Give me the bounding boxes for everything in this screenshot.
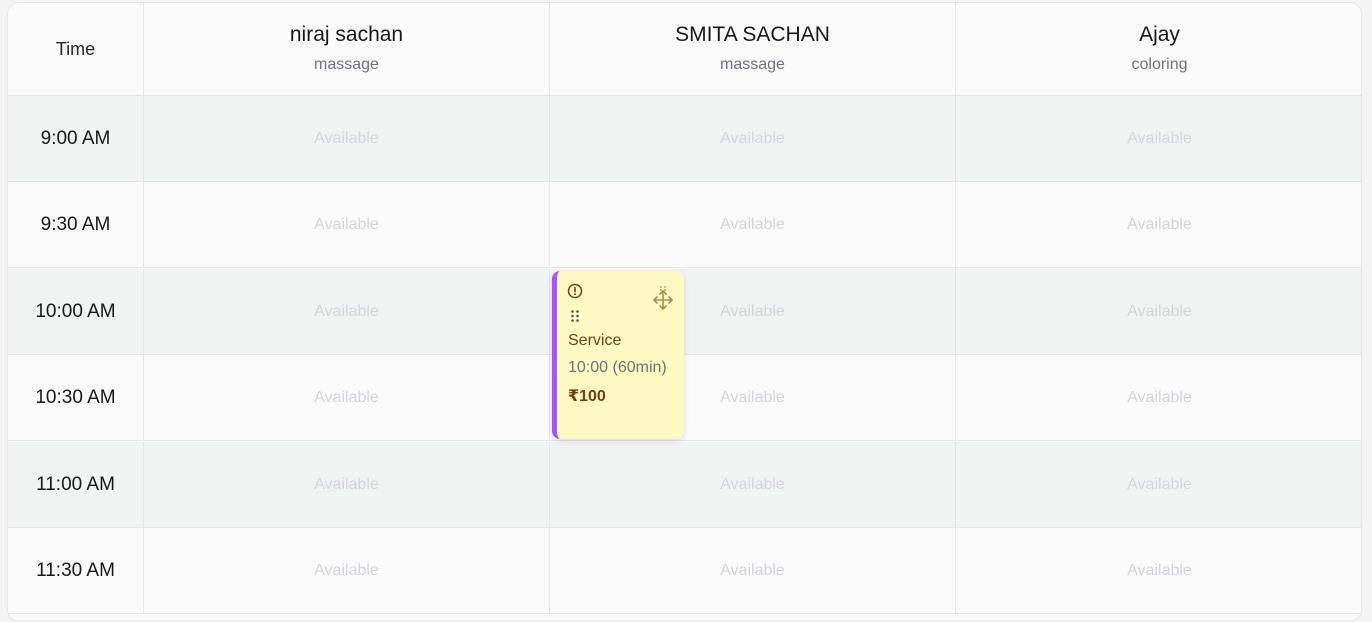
available-slot[interactable]: Available	[144, 182, 550, 267]
available-slot[interactable]: Available	[144, 96, 550, 181]
time-label: 9:00 AM	[8, 96, 144, 181]
staff-name: SMITA SACHAN	[675, 23, 830, 46]
time-row: 9:00 AM Available Available Available	[8, 96, 1361, 182]
available-slot[interactable]: Available	[956, 182, 1361, 267]
available-slot[interactable]: Available	[144, 528, 550, 613]
available-slot[interactable]: Available	[144, 355, 550, 440]
alert-circle-icon[interactable]	[567, 283, 583, 299]
time-row: 11:00 AM Available Available Available	[8, 442, 1361, 528]
schedule-header: Time niraj sachan massage SMITA SACHAN m…	[8, 3, 1361, 96]
time-row: 10:30 AM Available Available Available	[8, 355, 1361, 441]
appointment-service: Service	[568, 332, 622, 349]
available-slot[interactable]: Available	[956, 269, 1361, 354]
time-label: 10:00 AM	[8, 269, 144, 354]
available-slot[interactable]: Available	[144, 269, 550, 354]
available-slot[interactable]: Available	[144, 442, 550, 527]
available-slot[interactable]: Available	[550, 528, 956, 613]
staff-role: massage	[720, 56, 785, 73]
staff-role: massage	[314, 56, 379, 73]
appointment-time: 10:00 (60min)	[568, 359, 667, 376]
time-row: 10:00 AM Available Available Available	[8, 269, 1361, 355]
staff-name: niraj sachan	[289, 23, 404, 46]
schedule-board: Time niraj sachan massage SMITA SACHAN m…	[7, 2, 1362, 622]
staff-header-smita: SMITA SACHAN massage	[550, 3, 956, 96]
staff-header-ajay: Ajay coloring	[956, 3, 1361, 96]
time-header-label: Time	[55, 39, 96, 59]
available-slot[interactable]: Available	[550, 442, 956, 527]
time-label: 10:30 AM	[8, 355, 144, 440]
move-icon[interactable]	[652, 285, 674, 311]
drag-grip-icon[interactable]	[570, 309, 580, 323]
time-column-header: Time	[8, 3, 144, 96]
staff-name: Ajay	[1139, 23, 1180, 46]
available-slot[interactable]: Available	[550, 182, 956, 267]
available-slot[interactable]: Available	[956, 442, 1361, 527]
available-slot[interactable]: Available	[956, 96, 1361, 181]
time-label: 11:30 AM	[8, 528, 144, 613]
time-row: 9:30 AM Available Available Available	[8, 182, 1361, 268]
appointment-card[interactable]: Service 10:00 (60min) ₹100	[552, 271, 684, 439]
time-label: 11:00 AM	[8, 442, 144, 527]
staff-header-niraj: niraj sachan massage	[144, 3, 550, 96]
available-slot[interactable]: Available	[956, 528, 1361, 613]
time-label: 9:30 AM	[8, 182, 144, 267]
staff-role: coloring	[1131, 56, 1188, 73]
available-slot[interactable]: Available	[550, 96, 956, 181]
available-slot[interactable]: Available	[956, 355, 1361, 440]
appointment-price: ₹100	[568, 388, 606, 405]
time-row: 11:30 AM Available Available Available	[8, 528, 1361, 614]
